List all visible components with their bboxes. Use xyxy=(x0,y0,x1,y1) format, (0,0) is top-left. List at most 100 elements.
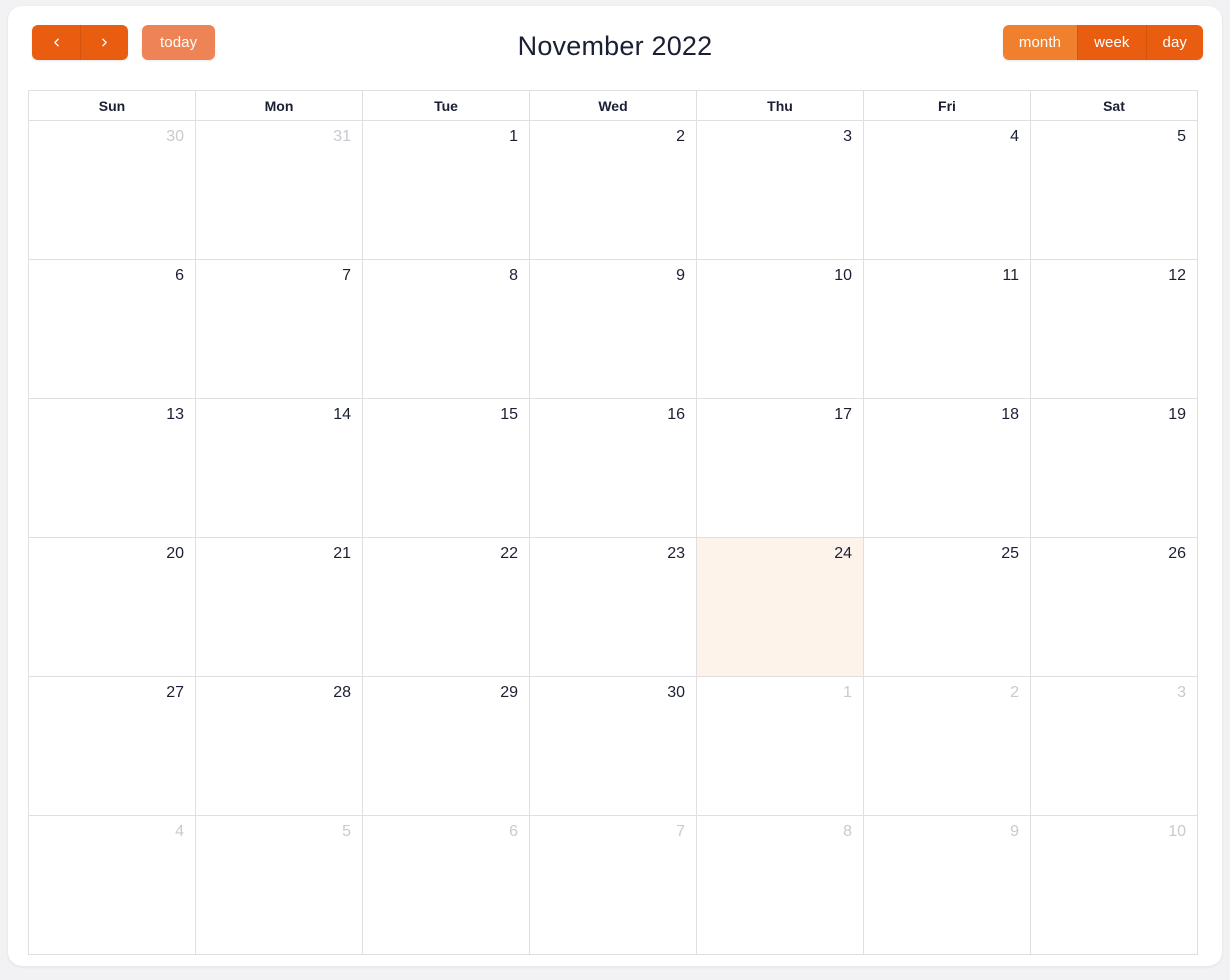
day-cell[interactable]: 10 xyxy=(697,260,864,399)
day-number: 22 xyxy=(500,545,518,562)
day-cell[interactable]: 28 xyxy=(196,677,363,816)
weekday-header-wed: Wed xyxy=(530,91,697,121)
chevron-right-icon xyxy=(98,36,111,49)
day-number: 5 xyxy=(342,823,351,840)
day-cell[interactable]: 12 xyxy=(1031,260,1198,399)
day-number: 7 xyxy=(676,823,685,840)
day-cell[interactable]: 30 xyxy=(29,121,196,260)
day-cell[interactable]: 1 xyxy=(697,677,864,816)
toolbar-left-group: today xyxy=(32,25,216,60)
day-cell[interactable]: 8 xyxy=(363,260,530,399)
day-number: 24 xyxy=(834,545,852,562)
day-number: 2 xyxy=(676,128,685,145)
calendar-toolbar: today November 2022 month week day xyxy=(8,6,1222,86)
day-number: 10 xyxy=(1168,823,1186,840)
day-number: 9 xyxy=(1010,823,1019,840)
day-number: 13 xyxy=(166,406,184,423)
day-number: 25 xyxy=(1001,545,1019,562)
calendar-week-row: 27 28 29 30 1 2 3 xyxy=(29,677,1198,816)
day-cell[interactable]: 20 xyxy=(29,538,196,677)
day-cell[interactable]: 17 xyxy=(697,399,864,538)
day-number: 6 xyxy=(175,267,184,284)
day-cell[interactable]: 29 xyxy=(363,677,530,816)
day-cell[interactable]: 3 xyxy=(1031,677,1198,816)
day-cell[interactable]: 10 xyxy=(1031,816,1198,955)
weekday-header-sun: Sun xyxy=(29,91,196,121)
day-cell[interactable]: 21 xyxy=(196,538,363,677)
day-cell[interactable]: 1 xyxy=(363,121,530,260)
day-cell[interactable]: 18 xyxy=(864,399,1031,538)
day-cell[interactable]: 19 xyxy=(1031,399,1198,538)
day-cell[interactable]: 6 xyxy=(363,816,530,955)
day-number: 23 xyxy=(667,545,685,562)
weekday-header-sat: Sat xyxy=(1031,91,1198,121)
calendar-week-row: 4 5 6 7 8 9 10 xyxy=(29,816,1198,955)
day-cell-today[interactable]: 24 xyxy=(697,538,864,677)
day-number: 21 xyxy=(333,545,351,562)
day-number: 4 xyxy=(175,823,184,840)
day-cell[interactable]: 4 xyxy=(864,121,1031,260)
day-number: 30 xyxy=(166,128,184,145)
day-number: 11 xyxy=(1002,267,1019,284)
day-number: 18 xyxy=(1001,406,1019,423)
day-number: 19 xyxy=(1168,406,1186,423)
day-number: 3 xyxy=(843,128,852,145)
weekday-header-tue: Tue xyxy=(363,91,530,121)
day-cell[interactable]: 22 xyxy=(363,538,530,677)
day-number: 2 xyxy=(1010,684,1019,701)
day-cell[interactable]: 7 xyxy=(530,816,697,955)
today-button[interactable]: today xyxy=(142,25,216,60)
day-cell[interactable]: 27 xyxy=(29,677,196,816)
day-cell[interactable]: 2 xyxy=(864,677,1031,816)
day-number: 29 xyxy=(500,684,518,701)
day-number: 12 xyxy=(1168,267,1186,284)
day-cell[interactable]: 13 xyxy=(29,399,196,538)
day-number: 28 xyxy=(333,684,351,701)
day-cell[interactable]: 16 xyxy=(530,399,697,538)
day-cell[interactable]: 14 xyxy=(196,399,363,538)
weekday-header-mon: Mon xyxy=(196,91,363,121)
chevron-left-icon xyxy=(50,36,63,49)
prev-month-button[interactable] xyxy=(32,25,80,60)
day-number: 17 xyxy=(834,406,852,423)
view-button-week[interactable]: week xyxy=(1077,25,1146,60)
day-cell[interactable]: 2 xyxy=(530,121,697,260)
day-number: 8 xyxy=(509,267,518,284)
day-number: 3 xyxy=(1177,684,1186,701)
calendar-week-row: 30 31 1 2 3 4 5 xyxy=(29,121,1198,260)
day-cell[interactable]: 15 xyxy=(363,399,530,538)
day-cell[interactable]: 30 xyxy=(530,677,697,816)
next-month-button[interactable] xyxy=(80,25,128,60)
calendar-grid: Sun Mon Tue Wed Thu Fri Sat 30 31 1 2 3 4 5 6 7 8 9 10 11 1… xyxy=(28,90,1198,955)
weekday-header-row: Sun Mon Tue Wed Thu Fri Sat xyxy=(29,91,1198,121)
calendar-week-row: 20 21 22 23 24 25 26 xyxy=(29,538,1198,677)
day-number: 14 xyxy=(333,406,351,423)
day-cell[interactable]: 26 xyxy=(1031,538,1198,677)
day-cell[interactable]: 11 xyxy=(864,260,1031,399)
day-number: 10 xyxy=(834,267,852,284)
day-number: 16 xyxy=(667,406,685,423)
day-cell[interactable]: 25 xyxy=(864,538,1031,677)
view-button-month[interactable]: month xyxy=(1002,25,1078,60)
day-cell[interactable]: 3 xyxy=(697,121,864,260)
calendar-week-row: 6 7 8 9 10 11 12 xyxy=(29,260,1198,399)
day-cell[interactable]: 9 xyxy=(864,816,1031,955)
day-cell[interactable]: 23 xyxy=(530,538,697,677)
day-cell[interactable]: 5 xyxy=(1031,121,1198,260)
day-cell[interactable]: 9 xyxy=(530,260,697,399)
day-number: 9 xyxy=(676,267,685,284)
day-number: 31 xyxy=(333,128,351,145)
view-switcher: month week day xyxy=(1002,25,1203,60)
day-cell[interactable]: 4 xyxy=(29,816,196,955)
day-number: 1 xyxy=(843,684,852,701)
day-cell[interactable]: 7 xyxy=(196,260,363,399)
day-cell[interactable]: 8 xyxy=(697,816,864,955)
day-number: 15 xyxy=(500,406,518,423)
day-cell[interactable]: 5 xyxy=(196,816,363,955)
day-cell[interactable]: 6 xyxy=(29,260,196,399)
view-button-day[interactable]: day xyxy=(1145,25,1203,60)
day-number: 4 xyxy=(1010,128,1019,145)
day-cell[interactable]: 31 xyxy=(196,121,363,260)
day-number: 7 xyxy=(342,267,351,284)
calendar-week-row: 13 14 15 16 17 18 19 xyxy=(29,399,1198,538)
